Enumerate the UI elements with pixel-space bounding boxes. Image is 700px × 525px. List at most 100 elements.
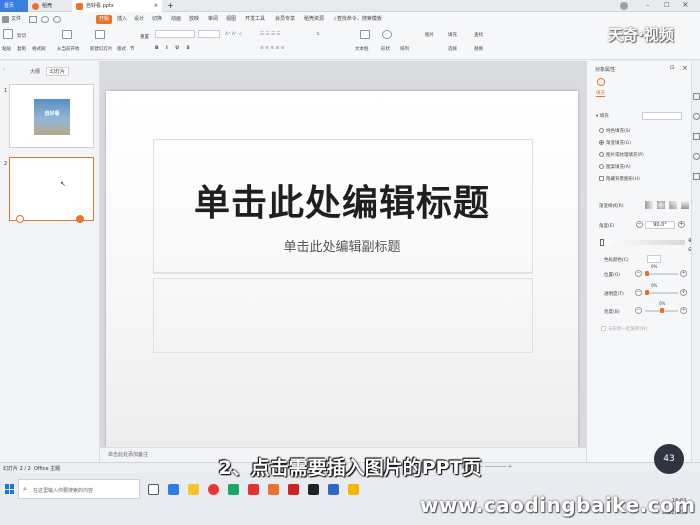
brightness-knob[interactable] <box>660 308 664 313</box>
font-size-dropdown[interactable] <box>198 30 220 38</box>
play-from-current-icon[interactable] <box>62 30 72 39</box>
gradient-path-swatch[interactable] <box>681 201 689 209</box>
style-icon[interactable] <box>693 113 700 120</box>
shape-label[interactable]: 形状 <box>381 46 390 52</box>
app-icon-5[interactable] <box>328 484 339 495</box>
format-painter-button[interactable]: 格式刷 <box>32 46 46 52</box>
slide2-play-icon[interactable] <box>16 215 24 223</box>
position-decrease-button[interactable]: − <box>635 270 642 277</box>
gradient-linear-swatch[interactable] <box>645 201 653 209</box>
menu-hamburger-icon[interactable] <box>2 16 9 23</box>
properties-icon[interactable] <box>693 93 700 100</box>
angle-input[interactable]: 90.0° <box>645 221 675 229</box>
picture-button[interactable]: 图片 <box>425 32 434 38</box>
menu-tab-member[interactable]: 会员专享 <box>275 15 295 24</box>
menu-tab-insert[interactable]: 插入 <box>117 15 127 24</box>
file-explorer-icon[interactable] <box>188 484 199 495</box>
save-icon[interactable] <box>29 16 37 23</box>
slide2-add-icon[interactable] <box>76 215 84 223</box>
align-buttons[interactable]: ≡ ≡ ≡ ≡ ≡ <box>260 46 285 51</box>
fill-option-picture[interactable]: 图片或纹理填充(P) <box>599 152 644 158</box>
menu-tab-start[interactable]: 开始 <box>96 15 113 24</box>
textbox-icon[interactable] <box>360 30 370 39</box>
app-icon-2[interactable] <box>228 484 239 495</box>
app-icon-4[interactable] <box>308 484 319 495</box>
radio-pattern[interactable] <box>599 164 604 169</box>
radio-solid[interactable] <box>599 128 604 133</box>
gradient-rect-swatch[interactable] <box>669 201 677 209</box>
tab-slides[interactable]: 幻灯片 <box>46 67 70 76</box>
layout-button[interactable]: 版式 <box>117 46 126 52</box>
section-fill-label[interactable]: ▾ 填充 <box>596 113 609 119</box>
radio-gradient[interactable] <box>599 140 604 145</box>
transparency-decrease-button[interactable]: − <box>635 289 642 296</box>
font-name-dropdown[interactable] <box>155 30 195 38</box>
menu-tab-developer[interactable]: 开发工具 <box>245 15 265 24</box>
rotate-with-shape[interactable]: 与形状一起旋转(W) <box>601 326 647 332</box>
backup-icon[interactable] <box>693 173 700 180</box>
app-icon-1[interactable] <box>208 484 219 495</box>
tab-document[interactable]: 自好看.pptx × <box>72 0 162 12</box>
collapse-panel-icon[interactable]: ‹ <box>3 67 5 73</box>
replace-button[interactable]: 替换 <box>474 46 483 52</box>
task-view-icon[interactable] <box>148 484 159 495</box>
textbox-label[interactable]: 文本框 <box>355 46 369 52</box>
user-avatar[interactable] <box>620 2 628 10</box>
redo-icon[interactable] <box>53 16 61 23</box>
tab-outline[interactable]: 大纲 <box>30 68 40 75</box>
font-grow-shrink[interactable]: A⁺ A⁻ ◇ <box>225 32 242 37</box>
brightness-slider[interactable] <box>645 308 678 313</box>
fill-target-dropdown[interactable] <box>642 112 682 120</box>
brightness-decrease-button[interactable]: − <box>635 307 642 314</box>
transparency-knob[interactable] <box>645 290 649 295</box>
play-from-current-label[interactable]: 从当前开始 <box>57 46 80 52</box>
hide-background-graphics[interactable]: 隐藏背景图形(H) <box>599 176 640 182</box>
close-tab-icon[interactable]: × <box>154 0 158 12</box>
edge-browser-icon[interactable] <box>168 484 179 495</box>
brightness-increase-button[interactable]: + <box>680 307 687 314</box>
subtitle-placeholder-box[interactable] <box>153 278 533 353</box>
fill-button[interactable]: 填充 <box>448 32 457 38</box>
slide-thumbnail-2[interactable]: ↖ <box>9 157 94 223</box>
menu-tab-design[interactable]: 设计 <box>134 15 144 24</box>
menu-tab-review[interactable]: 审阅 <box>208 15 218 24</box>
select-button[interactable]: 选择 <box>448 46 457 52</box>
minimize-icon[interactable]: – <box>646 1 650 9</box>
close-window-icon[interactable]: × <box>682 0 689 9</box>
font-style-buttons[interactable]: B I U S <box>155 46 193 51</box>
section-button[interactable]: 节 <box>130 46 135 52</box>
transparency-increase-button[interactable]: + <box>680 289 687 296</box>
angle-decrease-button[interactable]: − <box>636 221 643 228</box>
menu-tab-view[interactable]: 视图 <box>226 15 236 24</box>
shape-icon[interactable] <box>382 30 392 39</box>
new-tab-button[interactable]: + <box>164 0 174 12</box>
checkbox-hide-bg[interactable] <box>599 176 604 181</box>
slide-title[interactable]: 单击此处编辑标题 <box>106 174 578 226</box>
text-direction-button[interactable]: ⇅ <box>316 32 320 37</box>
cut-button[interactable]: 剪切 <box>17 33 26 39</box>
gradient-color-bar[interactable] <box>601 240 685 245</box>
fill-option-gradient[interactable]: 渐变填充(G) <box>599 140 631 146</box>
menu-tab-docer[interactable]: 稻壳资源 <box>304 15 324 24</box>
transparency-slider[interactable] <box>645 290 678 295</box>
slide-thumbnail-1[interactable]: 自好看 <box>9 84 94 148</box>
position-knob[interactable] <box>645 271 649 276</box>
arrange-button[interactable]: 排列 <box>400 46 409 52</box>
menu-file[interactable]: 文件 <box>11 15 21 24</box>
color-stop-dropdown[interactable] <box>647 255 661 263</box>
gradient-stop-handle[interactable] <box>600 239 604 246</box>
fill-option-solid[interactable]: 纯色填充(S) <box>599 128 630 134</box>
undo-icon[interactable] <box>41 16 49 23</box>
search-command[interactable]: ⌕查找命令、搜索模板 <box>334 15 382 24</box>
radio-picture[interactable] <box>599 152 604 157</box>
panel-pin-icon[interactable]: ⊡ <box>670 65 674 71</box>
animation-icon[interactable] <box>693 133 700 140</box>
new-slide-label[interactable]: 新建幻灯片 <box>90 46 113 52</box>
slide-canvas[interactable]: 单击此处编辑标题 单击此处编辑副标题 <box>106 91 578 447</box>
menu-tab-slideshow[interactable]: 放映 <box>189 15 199 24</box>
wps-icon[interactable] <box>248 484 259 495</box>
tab-home[interactable]: 首页 <box>0 0 28 12</box>
wps-ppt-icon[interactable] <box>268 484 279 495</box>
windows-start-icon[interactable] <box>5 484 15 494</box>
help-icon[interactable] <box>693 153 700 160</box>
